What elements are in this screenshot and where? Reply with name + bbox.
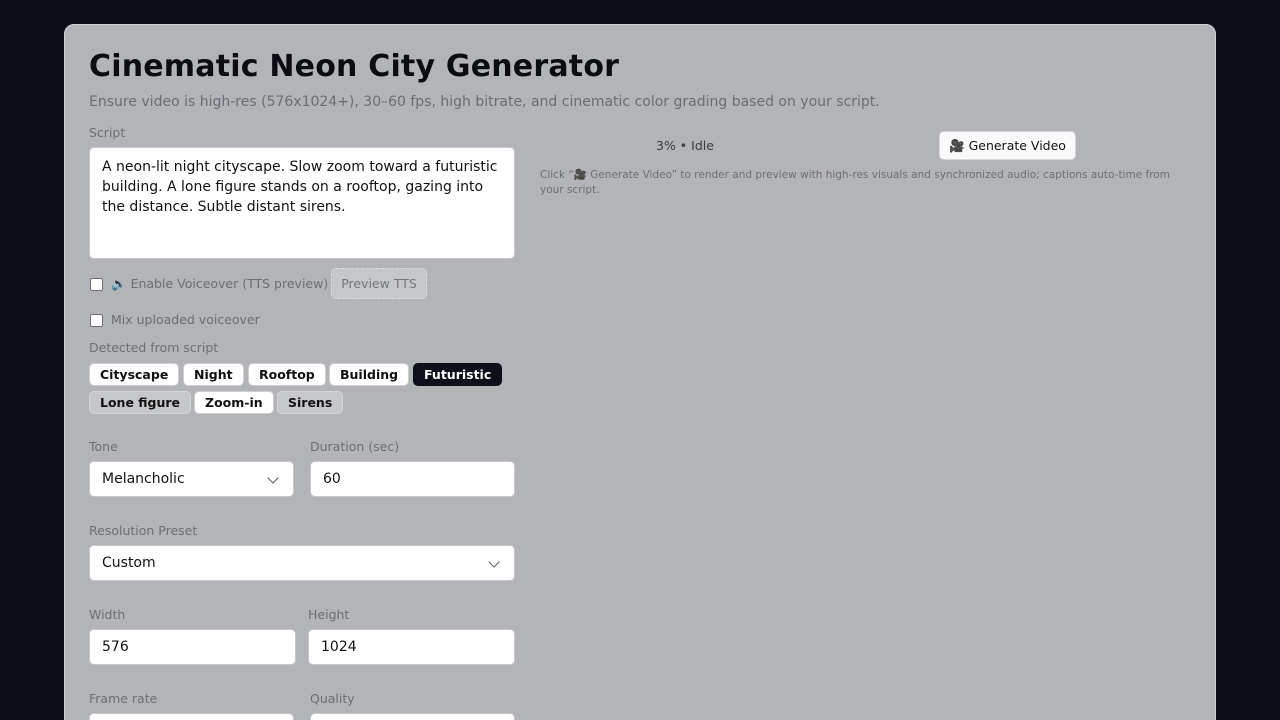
chip-zoom-in[interactable]: Zoom-in (194, 391, 274, 414)
resolution-value: Custom (102, 555, 156, 571)
height-input[interactable]: 1024 (308, 629, 515, 665)
resolution-select[interactable]: Custom (89, 545, 515, 581)
page-subtitle: Ensure video is high-res (576x1024+), 30… (89, 94, 880, 110)
duration-label: Duration (sec) (310, 439, 400, 454)
chip-lone-figure[interactable]: Lone figure (89, 391, 192, 414)
height-label: Height (308, 607, 350, 622)
width-input[interactable]: 576 (89, 629, 296, 665)
page-title: Cinematic Neon City Generator (89, 49, 620, 84)
mix-voiceover-label: Mix uploaded voiceover (111, 312, 260, 327)
render-hint: Click “🎥 Generate Video” to render and p… (540, 169, 1170, 196)
tone-value: Melancholic (102, 471, 185, 487)
chevron-down-icon (267, 472, 279, 484)
enable-voiceover-checkbox[interactable] (90, 278, 103, 291)
quality-select[interactable] (310, 713, 515, 720)
chip-cityscape[interactable]: Cityscape (89, 363, 180, 386)
chip-rooftop[interactable]: Rooftop (248, 363, 326, 386)
resolution-label: Resolution Preset (89, 523, 198, 538)
duration-value: 60 (323, 471, 341, 487)
render-status: 3% • Idle (656, 138, 714, 153)
tone-label: Tone (89, 439, 118, 454)
duration-input[interactable]: 60 (310, 461, 515, 497)
width-label: Width (89, 607, 126, 622)
script-label: Script (89, 125, 126, 140)
detected-label: Detected from script (89, 340, 219, 355)
chevron-down-icon (488, 556, 500, 568)
quality-label: Quality (310, 691, 355, 706)
mix-voiceover-checkbox[interactable] (90, 314, 103, 327)
tone-select[interactable]: Melancholic (89, 461, 294, 497)
generator-panel: Cinematic Neon City Generator Ensure vid… (64, 24, 1216, 720)
framerate-select[interactable] (89, 713, 294, 720)
chip-building[interactable]: Building (329, 363, 410, 386)
height-value: 1024 (321, 639, 357, 655)
enable-voiceover-label: 🔈 Enable Voiceover (TTS preview) (111, 276, 328, 292)
chip-sirens[interactable]: Sirens (277, 391, 344, 414)
preview-tts-button[interactable]: Preview TTS (331, 268, 427, 299)
chip-night[interactable]: Night (183, 363, 244, 386)
framerate-label: Frame rate (89, 691, 158, 706)
enable-voiceover-text: Enable Voiceover (TTS preview) (130, 276, 329, 291)
width-value: 576 (102, 639, 129, 655)
script-textarea[interactable]: A neon-lit night cityscape. Slow zoom to… (89, 147, 515, 259)
generate-video-button[interactable]: 🎥 Generate Video (939, 131, 1076, 160)
chip-futuristic[interactable]: Futuristic (413, 363, 503, 386)
speaker-icon: 🔈 (111, 276, 127, 291)
